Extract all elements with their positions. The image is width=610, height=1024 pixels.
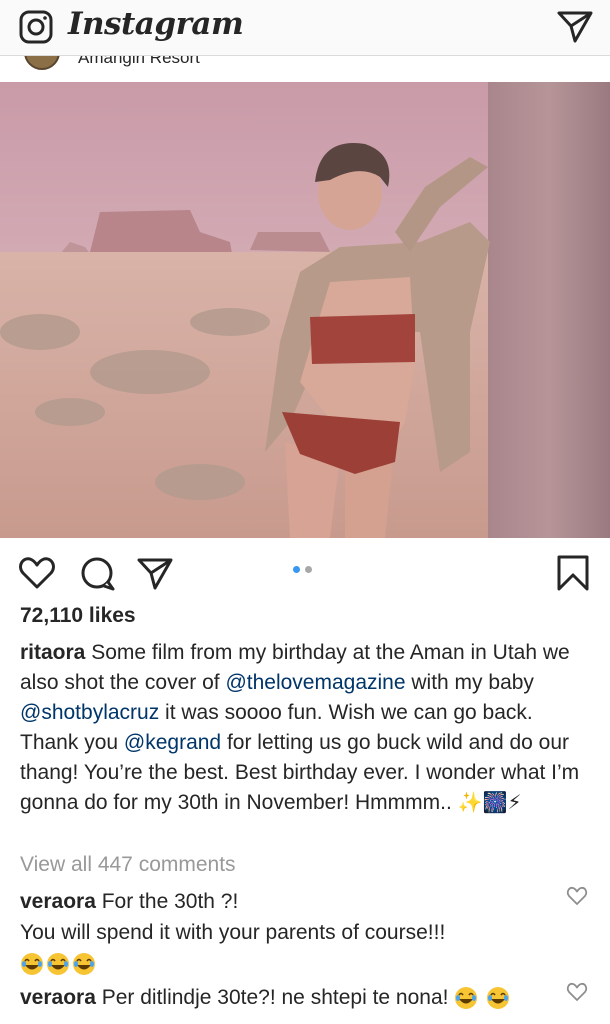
avatar[interactable]: [24, 56, 60, 70]
post-location[interactable]: Amangiri Resort: [78, 56, 200, 68]
post-header: Amangiri Resort: [0, 56, 610, 82]
post-photo[interactable]: [0, 82, 610, 538]
view-all-comments-link[interactable]: View all 447 comments: [20, 853, 236, 877]
comment-item: veraora For the 30th ?! You will spend i…: [20, 886, 560, 979]
action-bar: [0, 546, 610, 602]
heart-icon[interactable]: [18, 554, 56, 592]
comment-text: Per ditlindje 30te?! ne shtepi te nona!: [95, 986, 455, 1009]
carousel-dot: [305, 566, 312, 573]
mention-link[interactable]: @kegrand: [124, 731, 221, 754]
bookmark-icon[interactable]: [554, 554, 592, 592]
comment-username[interactable]: veraora: [20, 986, 96, 1009]
caption-emojis: ✨🎆⚡: [457, 792, 522, 815]
laughing-emoji-icon: [73, 953, 95, 976]
share-icon[interactable]: [136, 554, 174, 592]
mention-link[interactable]: @shotbylacruz: [20, 701, 159, 724]
comment-item: veraora Per ditlindje 30te?! ne shtepi t…: [20, 982, 560, 1013]
comment-text: For the 30th ?!: [95, 890, 239, 913]
comment-like-heart-icon[interactable]: [566, 886, 588, 906]
caption-username[interactable]: ritaora: [20, 641, 85, 664]
camera-icon[interactable]: [18, 9, 54, 45]
laughing-emoji-group: [20, 952, 98, 976]
carousel-indicator: [293, 566, 317, 574]
laughing-emoji-icon: [21, 953, 43, 976]
laughing-emoji-group: [454, 986, 512, 1010]
comment-like-heart-icon[interactable]: [566, 982, 588, 1002]
desert-portrait-image: [0, 82, 610, 538]
app-logo: Instagram: [68, 6, 244, 42]
top-bar: Instagram: [0, 0, 610, 56]
comment-icon[interactable]: [78, 554, 116, 592]
direct-message-icon[interactable]: [556, 8, 594, 44]
likes-count[interactable]: 72,110 likes: [20, 604, 136, 628]
laughing-emoji-icon: [47, 953, 69, 976]
post-caption: ritaora Some film from my birthday at th…: [20, 638, 595, 818]
mention-link[interactable]: @thelovemagazine: [225, 671, 405, 694]
comment-text: You will spend it with your parents of c…: [20, 921, 446, 944]
carousel-dot-active: [293, 566, 300, 573]
laughing-emoji-icon: [487, 987, 510, 1010]
comment-username[interactable]: veraora: [20, 890, 96, 913]
laughing-emoji-icon: [455, 987, 478, 1010]
caption-text: with my baby: [405, 671, 534, 694]
